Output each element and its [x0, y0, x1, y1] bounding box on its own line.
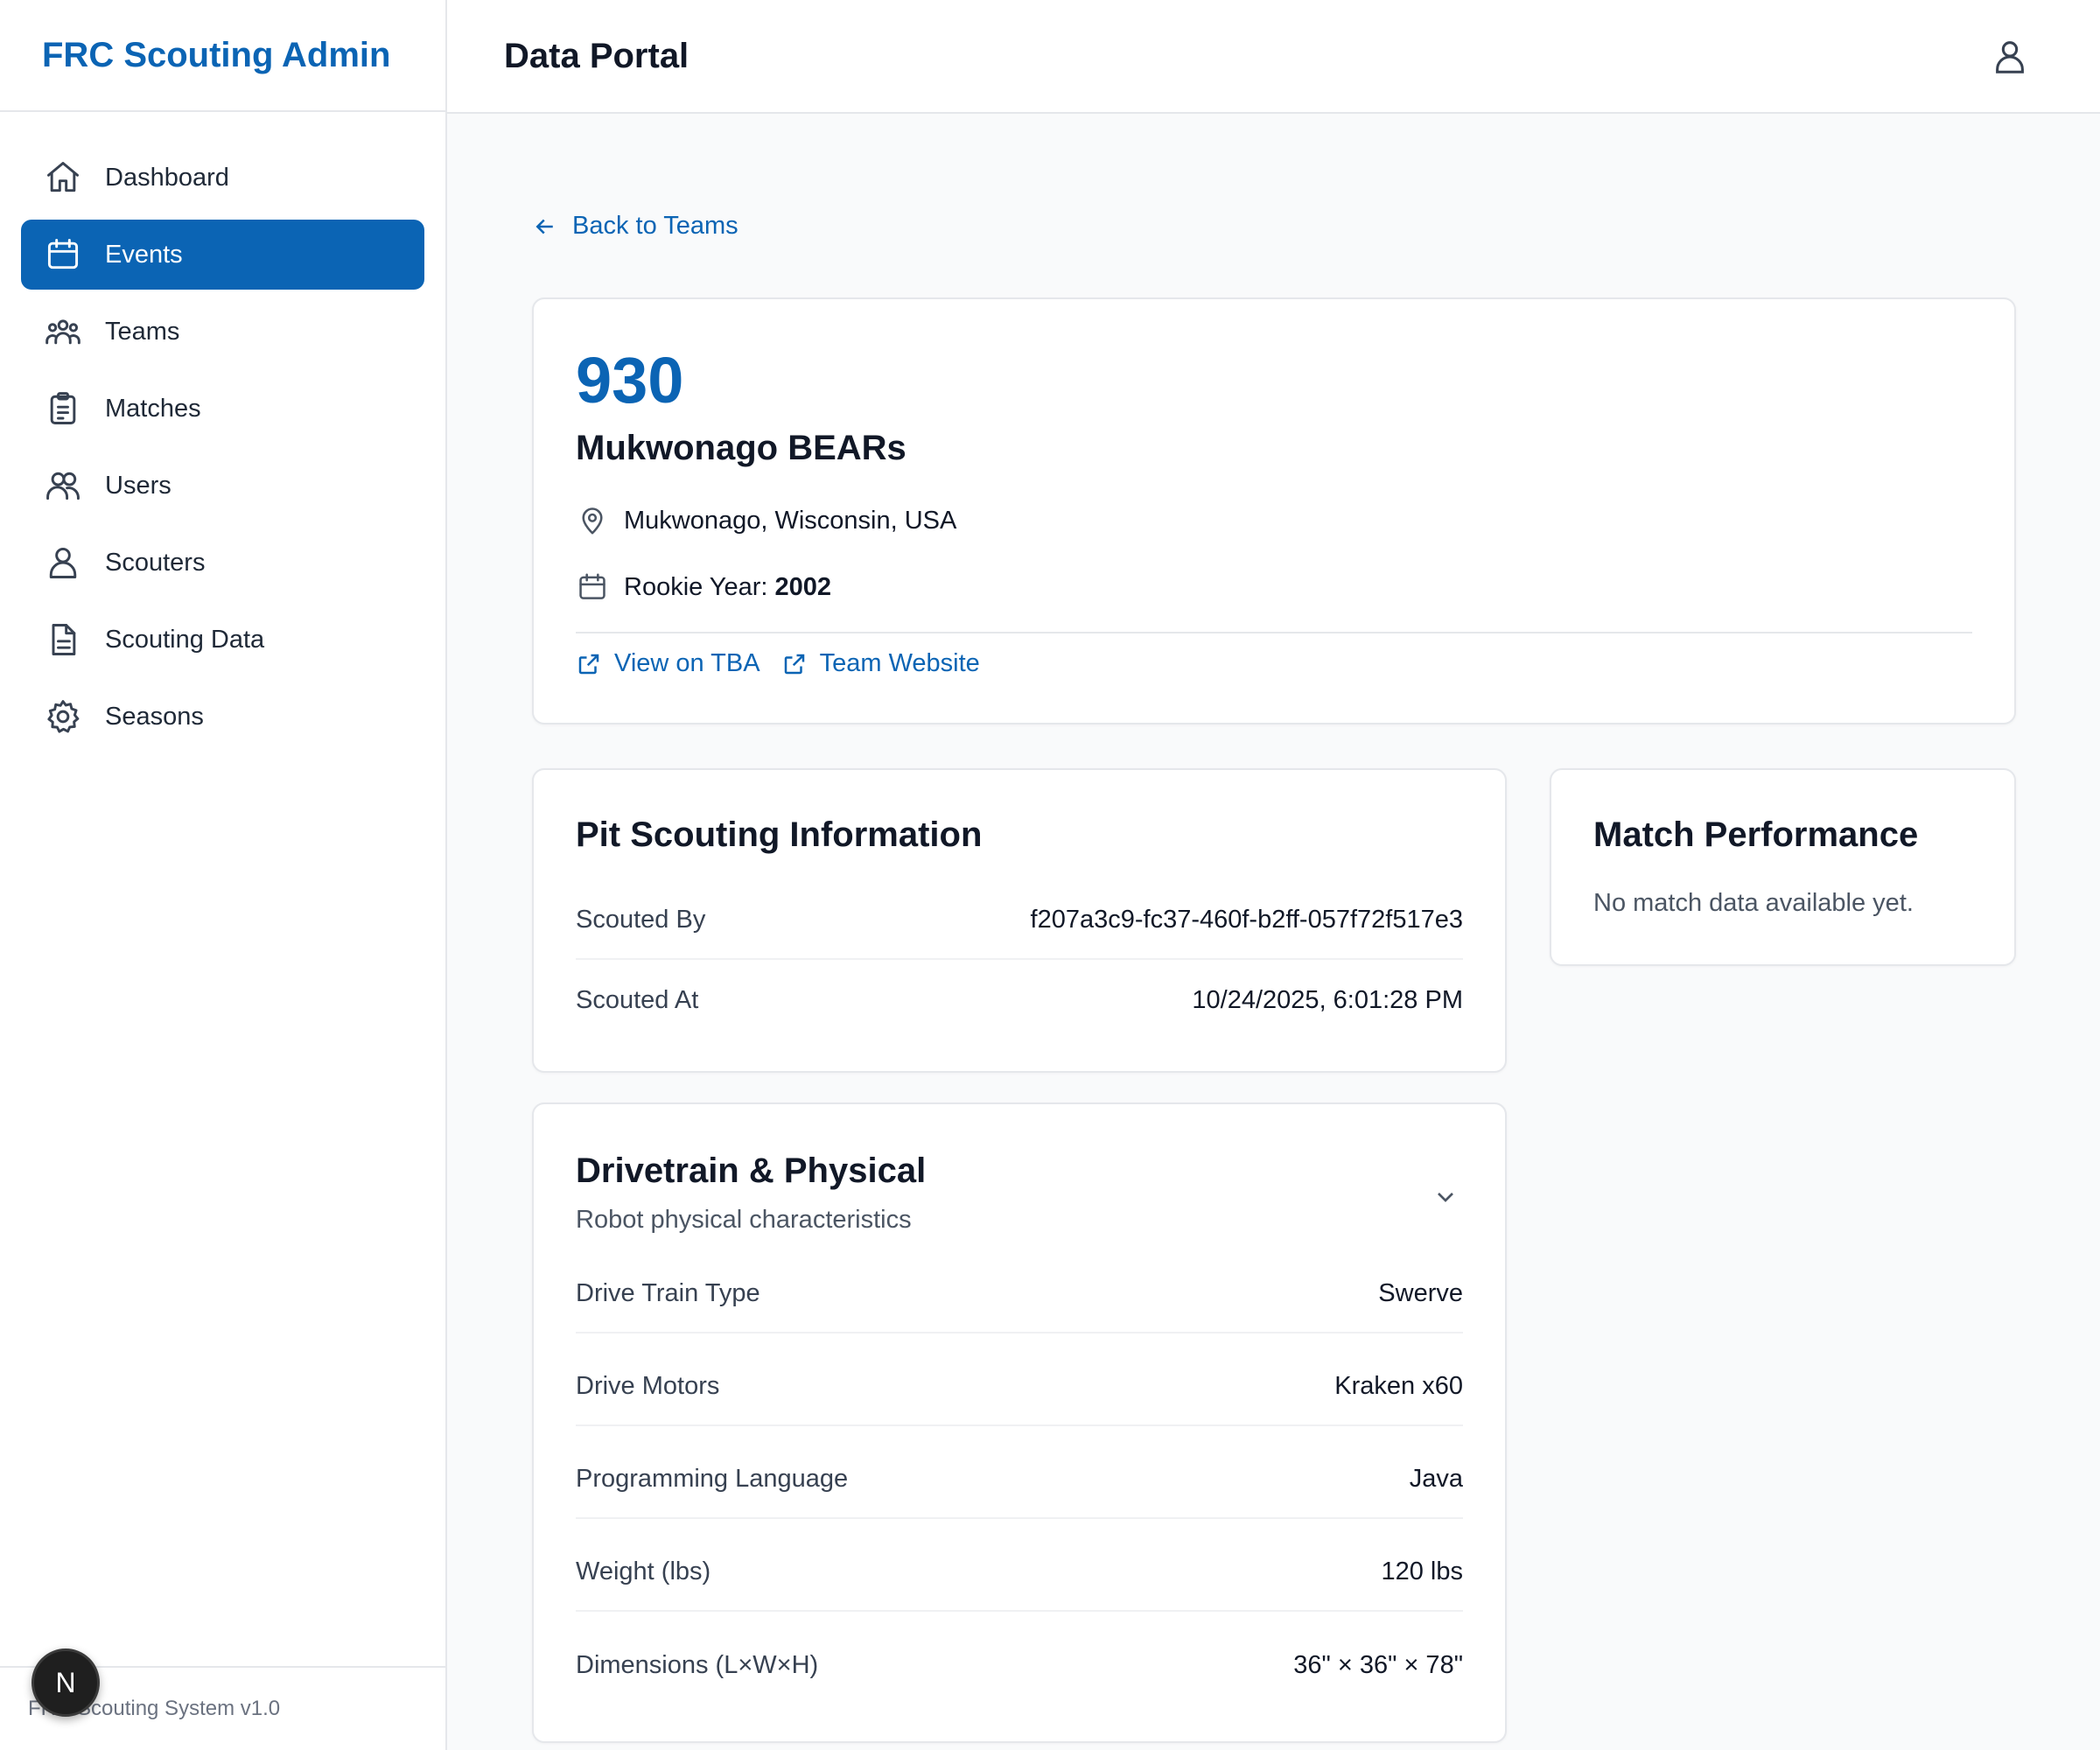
sidebar-item-label: Scouting Data — [105, 625, 265, 654]
gear-icon — [44, 697, 82, 736]
team-website-link[interactable]: Team Website — [781, 649, 980, 678]
info-row-drive-train-type: Drive Train Type Swerve — [576, 1255, 1463, 1334]
field-label: Programming Language — [576, 1464, 849, 1493]
calendar-icon — [579, 573, 606, 599]
brand-title[interactable]: FRC Scouting Admin — [42, 36, 390, 75]
sidebar-item-dashboard[interactable]: Dashboard — [21, 143, 424, 213]
tba-link-label: View on TBA — [614, 649, 760, 677]
back-link-label: Back to Teams — [572, 212, 738, 240]
view-on-tba-link[interactable]: View on TBA — [576, 649, 760, 678]
pit-scouting-title: Pit Scouting Information — [576, 816, 983, 854]
user-icon — [44, 543, 82, 582]
rookie-year-value: 2002 — [774, 572, 831, 601]
dev-indicator-button[interactable]: N — [32, 1648, 100, 1717]
users-icon — [44, 466, 82, 505]
rookie-year-label: Rookie Year: — [624, 572, 768, 601]
field-label: Dimensions (L×W×H) — [576, 1650, 819, 1679]
field-value: Swerve — [1378, 1278, 1463, 1307]
field-value: 120 lbs — [1381, 1557, 1463, 1586]
page-title: Data Portal — [504, 36, 690, 75]
team-icon — [44, 312, 82, 351]
sidebar: FRC Scouting Admin Dashboard Events Team… — [0, 0, 447, 1750]
sidebar-item-label: Dashboard — [105, 163, 229, 192]
field-value: 36" × 36" × 78" — [1293, 1650, 1463, 1679]
field-value: f207a3c9-fc37-460f-b2ff-057f72f517e3 — [1030, 905, 1463, 934]
match-performance-card: Match Performance No match data availabl… — [1550, 768, 2016, 966]
website-link-label: Team Website — [819, 649, 980, 677]
location-text: Mukwonago, Wisconsin, USA — [624, 506, 957, 535]
drivetrain-card: Drivetrain & Physical Robot physical cha… — [532, 1102, 1507, 1743]
document-icon — [44, 620, 82, 659]
info-row-scouted-at: Scouted At 10/24/2025, 6:01:28 PM — [576, 961, 1463, 1040]
sidebar-item-label: Seasons — [105, 702, 204, 731]
sidebar-item-teams[interactable]: Teams — [21, 297, 424, 367]
field-label: Scouted By — [576, 905, 706, 934]
field-label: Weight (lbs) — [576, 1557, 711, 1586]
team-location: Mukwonago, Wisconsin, USA — [576, 504, 956, 537]
drivetrain-title[interactable]: Drivetrain & Physical — [576, 1152, 926, 1191]
collapse-toggle[interactable] — [1432, 1183, 1460, 1211]
sidebar-item-events[interactable]: Events — [21, 220, 424, 290]
divider — [576, 632, 1972, 634]
sidebar-item-label: Events — [105, 240, 183, 269]
sidebar-item-users[interactable]: Users — [21, 451, 424, 521]
info-row-dimensions: Dimensions (L×W×H) 36" × 36" × 78" — [576, 1626, 1463, 1704]
chevron-down-icon — [1438, 1193, 1453, 1202]
back-to-teams-link[interactable]: Back to Teams — [532, 212, 738, 241]
sidebar-nav: Dashboard Events Teams Matches Users Sco… — [0, 112, 445, 752]
empty-state-text: No match data available yet. — [1593, 889, 1914, 917]
info-row-scouted-by: Scouted By f207a3c9-fc37-460f-b2ff-057f7… — [576, 881, 1463, 960]
drivetrain-subtitle: Robot physical characteristics — [576, 1206, 912, 1234]
pit-scouting-card: Pit Scouting Information Scouted By f207… — [532, 768, 1507, 1073]
sidebar-item-label: Matches — [105, 394, 201, 423]
team-links: View on TBA Team Website — [576, 649, 1001, 678]
home-icon — [44, 158, 82, 197]
map-pin-icon — [582, 508, 603, 535]
team-name: Mukwonago BEARs — [576, 429, 906, 467]
match-performance-title: Match Performance — [1593, 816, 1919, 854]
info-row-drive-motors: Drive Motors Kraken x60 — [576, 1348, 1463, 1426]
field-label: Drive Motors — [576, 1371, 720, 1400]
field-label: Scouted At — [576, 985, 699, 1014]
info-row-programming-language: Programming Language Java — [576, 1440, 1463, 1519]
sidebar-item-label: Teams — [105, 317, 180, 346]
top-bar: Data Portal — [447, 0, 2100, 114]
user-menu-button[interactable] — [1990, 37, 2030, 77]
user-icon — [1996, 41, 2024, 74]
sidebar-item-matches[interactable]: Matches — [21, 374, 424, 444]
external-link-icon — [784, 654, 804, 674]
info-row-weight: Weight (lbs) 120 lbs — [576, 1533, 1463, 1612]
sidebar-item-scouting-data[interactable]: Scouting Data — [21, 605, 424, 675]
team-number: 930 — [576, 344, 684, 416]
field-value: 10/24/2025, 6:01:28 PM — [1192, 985, 1463, 1014]
calendar-icon — [44, 235, 82, 274]
sidebar-item-label: Scouters — [105, 548, 206, 577]
field-value: Kraken x60 — [1334, 1371, 1463, 1400]
external-link-icon — [578, 654, 599, 674]
field-value: Java — [1409, 1464, 1463, 1493]
clipboard-icon — [44, 389, 82, 428]
brand: FRC Scouting Admin — [0, 0, 445, 112]
field-label: Drive Train Type — [576, 1278, 760, 1307]
team-rookie-year: Rookie Year: 2002 — [576, 570, 831, 604]
sidebar-item-seasons[interactable]: Seasons — [21, 682, 424, 752]
sidebar-item-label: Users — [105, 471, 172, 500]
arrow-left-icon — [536, 219, 553, 234]
sidebar-item-scouters[interactable]: Scouters — [21, 528, 424, 598]
team-overview-card: 930 Mukwonago BEARs Mukwonago, Wisconsin… — [532, 298, 2016, 724]
